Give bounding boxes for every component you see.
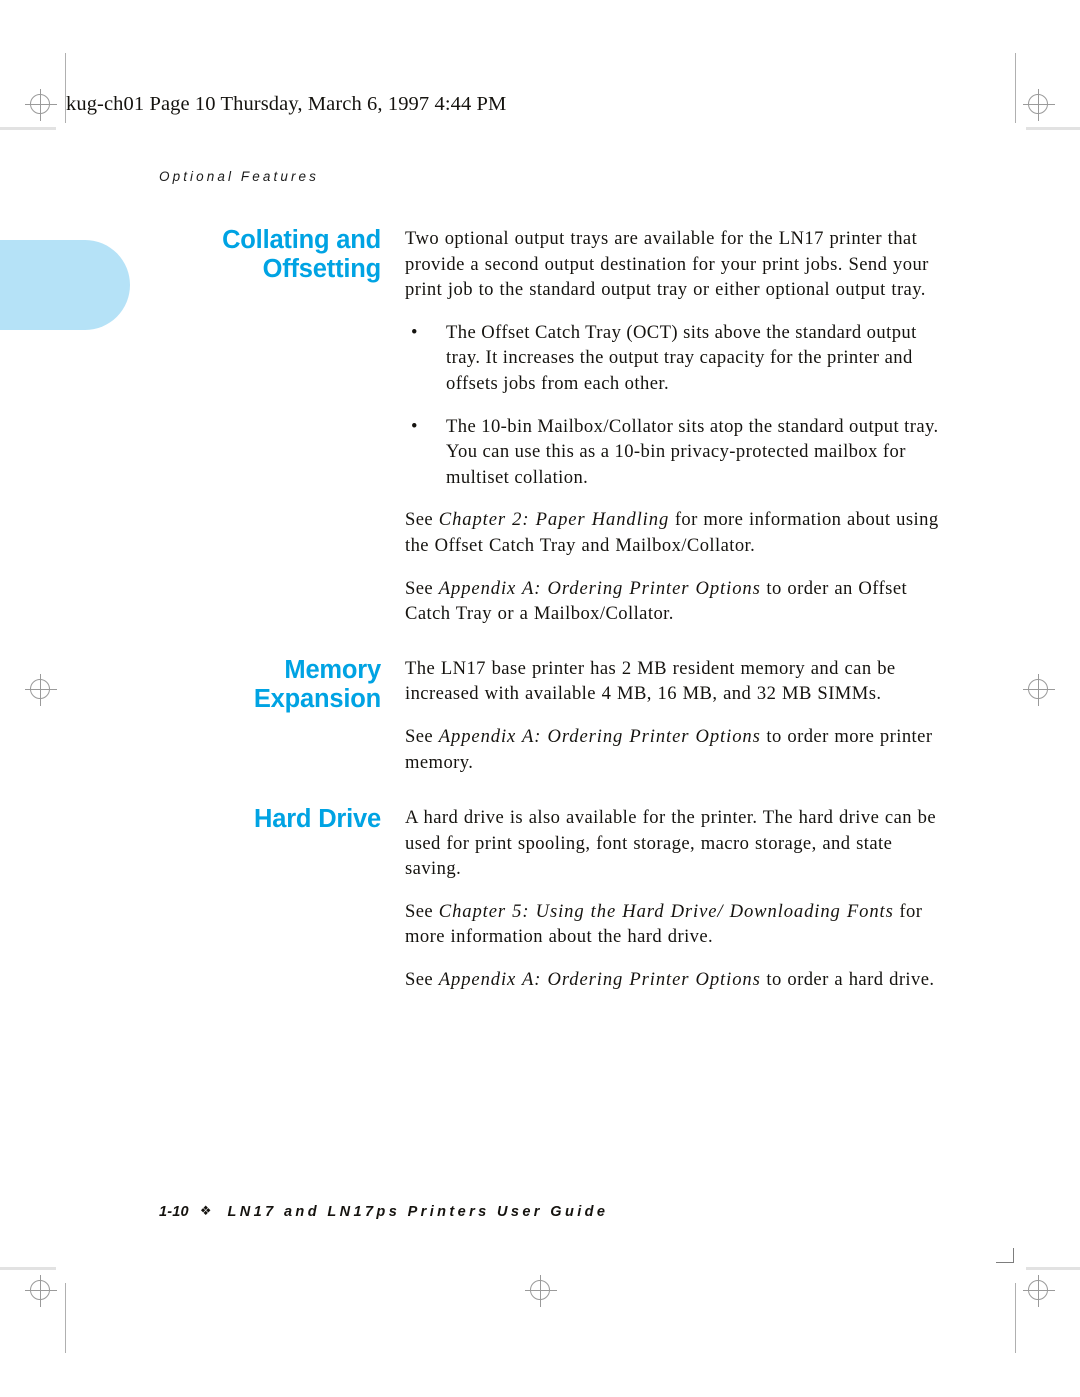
bullet-list-item: • The Offset Catch Tray (OCT) sits above …: [405, 320, 949, 397]
xref-title: Appendix A: Ordering Printer Options: [438, 577, 761, 599]
registration-vline: [1038, 89, 1039, 121]
registration-ring: [1028, 94, 1048, 114]
registration-mark-left-middle: [24, 673, 58, 707]
section-intro-paragraph: The LN17 base printer has 2 MB resident …: [405, 657, 896, 705]
registration-hline: [1023, 1290, 1055, 1291]
page-content: Collating and Offsetting Two optional out…: [159, 226, 949, 993]
trim-rule-top-left-edge: [0, 127, 56, 130]
registration-vline: [40, 674, 41, 706]
bullet-text: The 10-bin Mailbox/Collator sits atop th…: [446, 415, 939, 488]
registration-vline: [40, 89, 41, 121]
registration-mark-top-left: [24, 88, 58, 122]
section-intro-paragraph: Two optional output trays are available …: [405, 228, 929, 301]
section-body: Two optional output trays are available …: [405, 226, 949, 627]
chapter-index-tab: [0, 240, 130, 330]
document-page: kug-ch01 Page 10 Thursday, March 6, 1997…: [0, 0, 1080, 1397]
registration-ring: [30, 1280, 50, 1300]
xref-lead-text: See: [405, 577, 439, 599]
trim-rule-left-bottom: [65, 1283, 66, 1353]
registration-ring: [30, 679, 50, 699]
bullet-dot-icon: •: [411, 415, 418, 437]
registration-ring: [1028, 679, 1048, 699]
section-body: The LN17 base printer has 2 MB resident …: [405, 656, 949, 775]
cross-reference-paragraph: See Appendix A: Ordering Printer Options…: [405, 576, 949, 627]
folio-number: 1-10: [159, 1204, 189, 1220]
registration-hline: [25, 104, 57, 105]
registration-ring: [530, 1280, 550, 1300]
crop-mark-segment-vertical: [1013, 1248, 1014, 1263]
xref-title: Appendix A: Ordering Printer Options: [438, 725, 761, 747]
file-header-line: kug-ch01 Page 10 Thursday, March 6, 1997…: [66, 93, 507, 115]
registration-mark-bottom-left: [24, 1274, 58, 1308]
bullet-list-item: • The 10-bin Mailbox/Collator sits atop t…: [405, 414, 949, 491]
section-heading: Memory Expansion: [253, 655, 381, 713]
crop-mark-segment-horizontal: [996, 1262, 1014, 1263]
xref-title: Chapter 5: Using the Hard Drive/ Downloa…: [438, 900, 894, 922]
section-intro-paragraph: A hard drive is also available for the p…: [405, 807, 937, 880]
section-body: A hard drive is also available for the p…: [405, 805, 949, 993]
registration-ring: [30, 94, 50, 114]
registration-vline: [1038, 1275, 1039, 1307]
xref-lead-text: See: [405, 969, 439, 991]
registration-mark-bottom-center: [524, 1274, 558, 1308]
cross-reference-paragraph: See Appendix A: Ordering Printer Options…: [405, 967, 949, 993]
trim-rule-right-top: [1015, 53, 1016, 123]
registration-ring: [1028, 1280, 1048, 1300]
xref-lead-text: See: [405, 509, 439, 531]
section-heading: Collating and Offsetting: [222, 226, 381, 283]
running-head: Optional Features: [159, 169, 320, 184]
registration-hline: [25, 689, 57, 690]
xref-title: Appendix A: Ordering Printer Options: [438, 969, 761, 991]
trim-rule-bottom-right-edge: [1026, 1267, 1080, 1270]
content-section: Hard Drive A hard drive is also available…: [159, 805, 949, 993]
registration-hline: [1023, 104, 1055, 105]
xref-tail-text: to order a hard drive.: [760, 969, 935, 991]
registration-hline: [525, 1290, 557, 1291]
registration-hline: [1023, 689, 1055, 690]
cross-reference-paragraph: See Chapter 2: Paper Handling for more i…: [405, 507, 949, 558]
diamond-icon: ❖: [199, 1204, 212, 1219]
section-heading: Hard Drive: [254, 805, 381, 834]
bullet-list: • The Offset Catch Tray (OCT) sits above …: [405, 320, 949, 491]
xref-title: Chapter 2: Paper Handling: [438, 509, 670, 531]
registration-vline: [1038, 674, 1039, 706]
bullet-text: The Offset Catch Tray (OCT) sits above t…: [446, 321, 917, 394]
content-section: Collating and Offsetting Two optional out…: [159, 226, 949, 627]
xref-lead-text: See: [405, 725, 439, 747]
trim-rule-bottom-left-edge: [0, 1267, 56, 1270]
cross-reference-paragraph: See Chapter 5: Using the Hard Drive/ Dow…: [405, 899, 949, 950]
page-footer: 1-10 ❖ LN17 and LN17ps Printers User Guide: [159, 1203, 608, 1221]
xref-lead-text: See: [405, 900, 439, 922]
trim-rule-top-right-edge: [1026, 127, 1080, 130]
book-title: LN17 and LN17ps Printers User Guide: [227, 1204, 609, 1220]
registration-mark-top-right: [1022, 88, 1056, 122]
registration-hline: [25, 1290, 57, 1291]
registration-mark-bottom-right: [1022, 1274, 1056, 1308]
trim-rule-right-bottom: [1015, 1283, 1016, 1353]
bullet-dot-icon: •: [411, 321, 418, 343]
registration-mark-right-middle: [1022, 673, 1056, 707]
content-section: Memory Expansion The LN17 base printer ha…: [159, 656, 949, 775]
cross-reference-paragraph: See Appendix A: Ordering Printer Options…: [405, 724, 949, 775]
registration-vline: [540, 1275, 541, 1307]
registration-vline: [40, 1275, 41, 1307]
